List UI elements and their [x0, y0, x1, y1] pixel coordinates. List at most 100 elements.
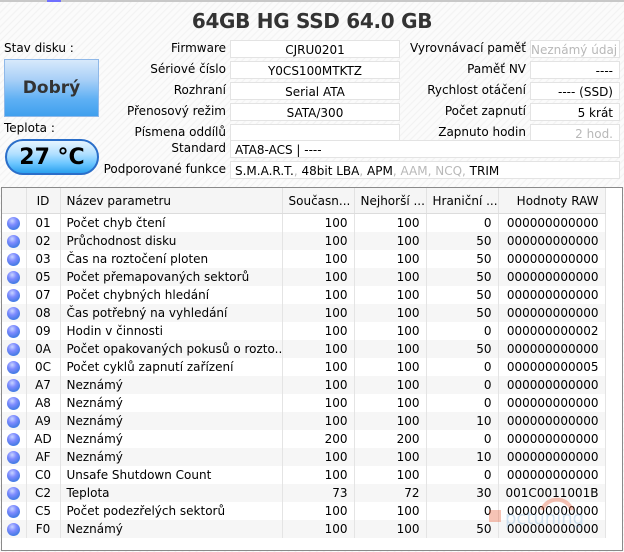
status-good-icon: [7, 361, 21, 374]
attr-name: Hodin v činnosti: [60, 322, 283, 340]
status-good-icon: [7, 235, 21, 248]
table-row[interactable]: F0 Neznámý 100 100 50 000000000000: [2, 520, 606, 538]
status-label: Stav disku :: [4, 41, 74, 55]
worst-header[interactable]: Nejhorší ...: [354, 188, 427, 214]
cache-label: Vyrovnávací paměť: [409, 41, 526, 55]
attr-threshold: 50: [426, 268, 499, 286]
attr-current: 100: [282, 304, 355, 322]
rpm-field: ---- (SSD): [530, 82, 620, 100]
temperature-indicator[interactable]: 27 °C: [5, 139, 99, 175]
current-header[interactable]: Současn...: [282, 188, 355, 214]
attr-id: A9: [26, 412, 61, 430]
attr-raw: 000000000000: [498, 448, 606, 466]
status-good-icon: [7, 433, 21, 446]
attr-threshold: 0: [426, 502, 499, 520]
attr-id: 02: [26, 232, 61, 250]
status-cell: [2, 358, 27, 376]
feature-trim: TRIM: [469, 164, 500, 178]
attr-id: F0: [26, 520, 61, 538]
attr-name: Neznámý: [60, 448, 283, 466]
attr-name: Počet cyklů zapnutí zařízení: [60, 358, 283, 376]
table-row[interactable]: 01 Počet chyb čtení 100 100 0 000000000000: [2, 213, 606, 232]
table-row[interactable]: AF Neznámý 100 100 10 000000000000: [2, 448, 606, 466]
attr-current: 100: [282, 250, 355, 268]
smart-attributes-table[interactable]: ID Název parametru Současn... Nejhorší ... H…: [1, 187, 623, 551]
transfer-field: SATA/300: [230, 103, 400, 121]
table-row[interactable]: 08 Čas potřebný na vyhledání 100 100 50 00000…: [2, 304, 606, 322]
attr-worst: 100: [354, 340, 427, 358]
status-cell: [2, 268, 27, 286]
status-good-icon: [7, 307, 21, 320]
health-status-button[interactable]: Dobrý: [4, 59, 99, 117]
table-row[interactable]: 09 Hodin v činnosti 100 100 0 000000000002: [2, 322, 606, 340]
attr-threshold: 50: [426, 340, 499, 358]
table-row[interactable]: C0 Unsafe Shutdown Count 100 100 0 0000000000…: [2, 466, 606, 484]
attr-threshold: 50: [426, 250, 499, 268]
attr-worst: 100: [354, 502, 427, 520]
attr-threshold: 10: [426, 412, 499, 430]
attr-raw: 000000000000: [498, 376, 606, 394]
firmware-field: CJRU0201: [230, 40, 400, 58]
attr-id: C2: [26, 484, 61, 502]
power_count-label: Počet zapnutí: [444, 104, 526, 118]
status-icon-header[interactable]: [2, 188, 27, 214]
attr-current: 100: [282, 340, 355, 358]
attr-id: 08: [26, 304, 61, 322]
attr-raw: 000000000002: [498, 322, 606, 340]
table-row[interactable]: 0C Počet cyklů zapnutí zařízení 100 100 0 000…: [2, 358, 606, 376]
attr-current: 100: [282, 376, 355, 394]
attr-raw: 000000000000: [498, 340, 606, 358]
interface-field: Serial ATA: [230, 82, 400, 100]
table-row[interactable]: 0A Počet opakovaných pokusů o rozto... 100…: [2, 340, 606, 358]
attr-name: Neznámý: [60, 430, 283, 448]
feature-s-m-a-r-t: S.M.A.R.T.: [235, 164, 294, 178]
attr-raw: 000000000000: [498, 412, 606, 430]
attr-name: Unsafe Shutdown Count: [60, 466, 283, 484]
attr-worst: 100: [354, 520, 427, 538]
table-row[interactable]: 02 Průchodnost disku 100 100 50 000000000000: [2, 232, 606, 250]
attr-worst: 100: [354, 448, 427, 466]
status-good-icon: [7, 253, 21, 266]
raw-header[interactable]: Hodnoty RAW: [498, 188, 606, 214]
attr-current: 100: [282, 232, 355, 250]
status-cell: [2, 322, 27, 340]
table-row[interactable]: C2 Teplota 73 72 30 001C0011001B: [2, 484, 606, 502]
attr-id: AD: [26, 430, 61, 448]
window-top-border: [0, 0, 624, 2]
attr-name: Neznámý: [60, 412, 283, 430]
attr-worst: 100: [354, 213, 427, 232]
attr-current: 100: [282, 412, 355, 430]
table-row[interactable]: A7 Neznámý 100 100 0 000000000000: [2, 376, 606, 394]
attr-raw: 000000000000: [498, 250, 606, 268]
status-good-icon: [7, 487, 21, 500]
attr-worst: 100: [354, 466, 427, 484]
status-good-icon: [7, 505, 21, 518]
name-header[interactable]: Název parametru: [60, 188, 283, 214]
table-row[interactable]: A9 Neznámý 100 100 10 000000000000: [2, 412, 606, 430]
threshold-header[interactable]: Hraniční ...: [426, 188, 499, 214]
table-row[interactable]: 07 Počet chybných hledání 100 100 50 00000000…: [2, 286, 606, 304]
table-row[interactable]: AD Neznámý 200 200 0 000000000000: [2, 430, 606, 448]
attr-name: Čas potřebný na vyhledání: [60, 304, 283, 322]
attr-threshold: 50: [426, 232, 499, 250]
attr-threshold: 0: [426, 376, 499, 394]
attr-threshold: 0: [426, 466, 499, 484]
active-disk-tab-marker[interactable]: [47, 0, 61, 2]
table-row[interactable]: 05 Počet přemapovaných sektorů 100 100 50 000…: [2, 268, 606, 286]
id-header[interactable]: ID: [26, 188, 61, 214]
attr-threshold: 0: [426, 394, 499, 412]
table-row[interactable]: 03 Čas na roztočení ploten 100 100 50 0000000…: [2, 250, 606, 268]
attr-id: C0: [26, 466, 61, 484]
attr-raw: 000000000000: [498, 502, 606, 520]
attr-name: Průchodnost disku: [60, 232, 283, 250]
attr-raw: 000000000000: [498, 520, 606, 538]
attr-threshold: 50: [426, 286, 499, 304]
feature-separator: ,: [293, 164, 302, 178]
interface-label: Rozhraní: [173, 83, 226, 97]
attr-id: 09: [26, 322, 61, 340]
health-status-value: Dobrý: [22, 78, 81, 98]
features-field: S.M.A.R.T., 48bit LBA, APM, AAM, NCQ, TR…: [230, 161, 620, 179]
table-row[interactable]: A8 Neznámý 100 100 0 000000000000: [2, 394, 606, 412]
table-row[interactable]: C5 Počet podezřelých sektorů 100 100 0 000000…: [2, 502, 606, 520]
status-cell: [2, 502, 27, 520]
